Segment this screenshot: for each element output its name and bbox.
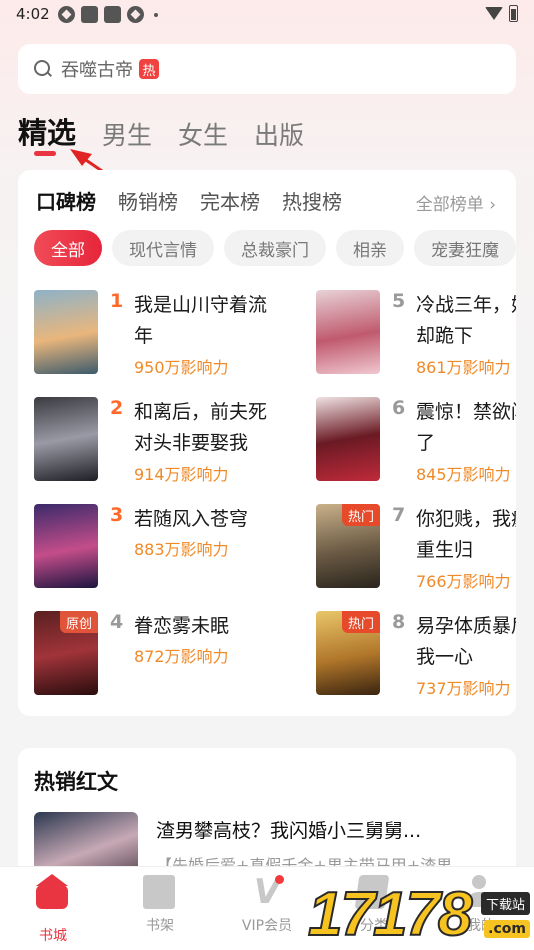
book-influence: 766万影响力 [416,572,511,591]
book-cover: 热门 [316,611,380,695]
bookshelf-icon [143,875,177,909]
search-icon [34,60,52,78]
nav-label: 书架 [146,918,174,934]
battery-icon [509,5,518,22]
book-cover: 热门 [316,504,380,588]
search-placeholder: 吞噬古帝 [61,60,133,81]
ranking-card: 口碑榜 畅销榜 完本榜 热搜榜 全部榜单 › 全部 现代言情 总裁豪门 相亲 宠… [18,170,516,716]
chip-blind-date[interactable]: 相亲 [336,230,404,266]
rank-number: 6 [392,397,406,419]
original-tag: 原创 [59,611,98,633]
hot-tag: 热门 [341,611,380,633]
rank-number: 1 [110,290,124,312]
book-cover [34,504,98,588]
wifi-icon [485,7,503,20]
book-title: 你犯贱，我癫，重生归 [416,508,516,561]
chip-ceo[interactable]: 总裁豪门 [224,230,326,266]
book-influence: 872万影响力 [134,647,229,666]
ranking-tabs: 口碑榜 畅销榜 完本榜 热搜榜 [36,186,342,215]
book-influence: 950万影响力 [134,358,229,377]
book-influence: 914万影响力 [134,465,229,484]
book-item[interactable]: 热门 7 你犯贱，我癫，重生归 766万影响力 [316,504,516,591]
book-item[interactable]: 2 和离后，前夫死对头非要娶我 914万影响力 [34,397,274,484]
rank-number: 4 [110,611,124,633]
hot-tag: 热门 [341,504,380,526]
app-notification-icon [104,6,121,23]
status-system-icons [485,5,518,22]
app-notification-icon [58,6,75,23]
book-title[interactable]: 渣男攀高枝？我闪婚小三舅舅... [156,816,421,843]
chip-doting-husband[interactable]: 宠妻狂魔 [414,230,516,266]
rank-number: 8 [392,611,406,633]
book-influence: 883万影响力 [134,540,229,559]
search-bar[interactable]: 吞噬古帝 热 [18,44,516,94]
status-bar: 4:02 [0,0,534,30]
app-notification-icon [127,6,144,23]
notification-dot [275,875,284,884]
status-time: 4:02 [16,5,50,23]
nav-label: 书城 [39,928,67,944]
tab-male[interactable]: 男生 [102,116,152,152]
chip-modern-romance[interactable]: 现代言情 [112,230,214,266]
home-icon [36,874,70,919]
book-item[interactable]: 3 若随风入苍穹 883万影响力 [34,504,274,588]
tab-reputation-rank[interactable]: 口碑榜 [36,186,96,215]
tab-featured[interactable]: 精选 [18,110,76,152]
rank-number: 2 [110,397,124,419]
nav-bookshelf[interactable]: 书架 [115,875,205,935]
book-item[interactable]: 1 我是山川守着流年 950万影响力 [34,290,274,377]
tab-trending-rank[interactable]: 热搜榜 [282,186,342,215]
book-item[interactable]: 5 冷战三年，婚他却跪下 861万影响力 [316,290,516,377]
category-chips: 全部 现代言情 总裁豪门 相亲 宠妻狂魔 [34,230,516,266]
tab-female[interactable]: 女生 [178,116,228,152]
rank-number: 7 [392,504,406,526]
book-cover [34,397,98,481]
vip-icon: V [250,875,284,909]
more-notifications-dot [154,12,158,17]
book-cover [34,290,98,374]
top-tabs: 精选 男生 女生 出版 [18,110,304,152]
book-cover [316,290,380,374]
book-influence: 737万影响力 [416,679,511,698]
book-title: 震惊！禁欲闪婚了 [416,401,516,454]
section-title: 热销红文 [34,770,118,794]
book-title: 若随风入苍穹 [134,508,249,530]
tab-completed-rank[interactable]: 完本榜 [200,186,260,215]
book-title: 眷恋雾未眠 [134,615,230,637]
book-influence: 861万影响力 [416,358,511,377]
book-cover [316,397,380,481]
watermark-tag: 下载站 [480,892,530,915]
rank-number: 5 [392,290,406,312]
status-notification-icons [58,6,158,23]
hot-badge: 热 [139,59,159,79]
app-notification-icon [81,6,98,23]
rank-number: 3 [110,504,124,526]
book-influence: 845万影响力 [416,465,511,484]
book-title: 我是山川守着流年 [134,294,268,347]
nav-vip[interactable]: V VIP会员 [222,875,312,935]
book-item[interactable]: 热门 8 易孕体质暴后，我一心 737万影响力 [316,611,516,698]
chip-all[interactable]: 全部 [34,230,102,266]
watermark-domain: .com [484,920,530,938]
all-rankings-link[interactable]: 全部榜单 › [416,190,496,215]
tab-bestseller-rank[interactable]: 畅销榜 [118,186,178,215]
site-watermark: 17178 下载站 .com [307,879,534,950]
book-title: 冷战三年，婚他却跪下 [416,294,516,347]
nav-bookstore[interactable]: 书城 [8,874,98,945]
tab-published[interactable]: 出版 [254,116,304,152]
book-item[interactable]: 原创 4 眷恋雾未眠 872万影响力 [34,611,274,695]
book-item[interactable]: 6 震惊！禁欲闪婚了 845万影响力 [316,397,516,484]
active-tab-indicator [34,151,56,156]
book-cover: 原创 [34,611,98,695]
book-title: 易孕体质暴后，我一心 [416,615,516,668]
book-title: 和离后，前夫死对头非要娶我 [134,401,268,454]
nav-label: VIP会员 [241,918,293,934]
watermark-number: 17178 [307,879,473,950]
